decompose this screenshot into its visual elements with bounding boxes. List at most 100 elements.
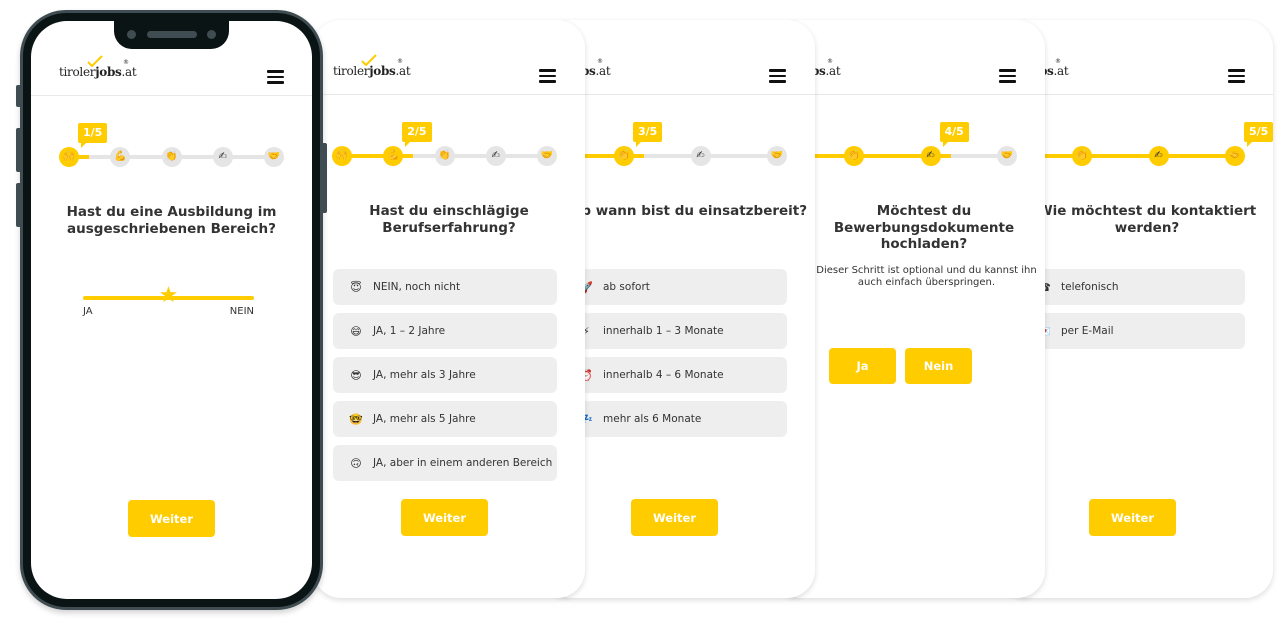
handshake-icon: 🤝: [1228, 150, 1242, 161]
clapping-hands-icon: 👏: [165, 151, 178, 162]
step-counter-badge: 1/5: [78, 123, 108, 148]
step-1-raised-hands-icon[interactable]: 🙌: [332, 146, 352, 166]
logo-text-at: .at: [595, 64, 611, 78]
weiter-button[interactable]: Weiter: [401, 499, 488, 536]
writing-hand-icon: ✍: [696, 150, 705, 161]
weiter-button[interactable]: Weiter: [631, 499, 718, 536]
answer-option-label: NEIN, noch nicht: [373, 281, 461, 293]
writing-hand-icon: ✍: [218, 151, 227, 162]
hamburger-menu-icon[interactable]: [267, 70, 284, 84]
step-3-clapping-hands-icon[interactable]: 👏: [614, 146, 634, 166]
step-5-handshake-icon[interactable]: 🤝: [767, 146, 787, 166]
tirolerjobs-logo[interactable]: tirolerjobs.at®: [333, 54, 411, 78]
logo-text-at: .at: [1053, 64, 1069, 78]
weiter-button[interactable]: Weiter: [1089, 499, 1176, 536]
answer-option[interactable]: 😄 JA, 1 – 2 Jahre: [333, 313, 557, 349]
writing-hand-icon: ✍: [1154, 150, 1163, 161]
clapping-hands-icon: 👏: [847, 150, 861, 161]
speaker-grille: [147, 31, 197, 38]
step-5-handshake-icon[interactable]: 🤝: [537, 146, 557, 166]
answer-option[interactable]: ☎telefonisch: [1021, 269, 1245, 305]
yes-no-slider[interactable]: ★ JA NEIN: [83, 285, 254, 327]
step-3-clapping-hands-icon[interactable]: 👏: [434, 146, 455, 166]
flexed-biceps-icon: 💪: [114, 151, 127, 162]
sunglasses-face-icon: 😎: [350, 368, 362, 382]
answer-option[interactable]: 😇 NEIN, noch nicht: [333, 269, 557, 305]
registered-mark: ®: [597, 58, 603, 65]
question-heading: Möchtest du Bewerbungsdokumente hochlade…: [833, 203, 1015, 252]
nerd-face-icon: 🤓: [349, 412, 363, 426]
step-3-clapping-hands-icon[interactable]: 👏: [844, 146, 864, 166]
writing-hand-icon: ✍: [926, 150, 935, 161]
step-3-clapping-hands-icon[interactable]: 👏: [1072, 146, 1092, 166]
flexed-biceps-icon: 💪: [387, 150, 400, 161]
answer-option-label: innerhalb 4 – 6 Monate: [603, 369, 724, 381]
answer-options: ☎telefonisch 💌per E-Mail: [1021, 269, 1245, 357]
answer-option[interactable]: 🤓 JA, mehr als 5 Jahre: [333, 401, 557, 437]
step-counter-badge: 3/5: [633, 122, 663, 147]
slider-star-handle-icon[interactable]: ★: [159, 285, 179, 307]
hamburger-menu-icon[interactable]: [999, 69, 1016, 83]
logo-text-at: .at: [825, 64, 841, 78]
step-4-writing-hand-icon[interactable]: ✍: [485, 146, 506, 166]
answer-option-label: per E-Mail: [1061, 325, 1114, 337]
logo-text-at: .at: [121, 65, 137, 79]
slider-label-nein: NEIN: [229, 306, 254, 317]
step-counter-badge: 2/5: [402, 122, 432, 147]
hamburger-menu-icon[interactable]: [1228, 69, 1245, 83]
answer-option[interactable]: 🚀 ab sofort: [563, 269, 787, 305]
answer-option[interactable]: 😎 JA, mehr als 3 Jahre: [333, 357, 557, 393]
step-4-writing-hand-icon[interactable]: ✍: [690, 146, 711, 166]
logo-text-tiroler: tiroler: [333, 64, 370, 78]
answer-option[interactable]: 🙃 JA, aber in einem anderen Bereich: [333, 445, 557, 481]
answer-option[interactable]: ⚡ innerhalb 1 – 3 Monate: [563, 313, 787, 349]
answer-option[interactable]: ⏰ innerhalb 4 – 6 Monate: [563, 357, 787, 393]
upload-no-button[interactable]: Nein: [905, 348, 972, 384]
logo-text-jobs: jobs: [369, 64, 396, 78]
answer-option-label: JA, aber in einem anderen Bereich: [373, 457, 553, 469]
grinning-face-icon: 😄: [350, 324, 362, 338]
optional-step-hint: Dieser Schritt ist optional und du kanns…: [816, 265, 1037, 288]
logo-text-jobs: jobs: [95, 65, 122, 79]
handshake-icon: 🤝: [267, 151, 281, 162]
step-4-writing-hand-icon[interactable]: ✍: [212, 147, 233, 167]
screen-step-2: tirolerjobs.at ® 🙌 💪 👏 ✍ 🤝 2/5 Hast du einschl…: [313, 20, 585, 598]
upload-yes-button[interactable]: Ja: [829, 348, 896, 384]
step-1-raised-hands-icon[interactable]: 🙌: [59, 147, 79, 167]
step-2-flexed-biceps-icon[interactable]: 💪: [110, 147, 131, 167]
handshake-icon: 🤝: [1000, 150, 1014, 161]
hamburger-menu-icon[interactable]: [769, 69, 786, 83]
phone-power-button: [322, 143, 327, 213]
step-4-writing-hand-icon[interactable]: ✍: [920, 146, 941, 166]
step-5-handshake-icon[interactable]: 🤝: [1225, 146, 1245, 166]
question-heading: Wie möchtest du kontaktiert werden?: [1037, 203, 1257, 236]
answer-option-label: JA, mehr als 5 Jahre: [373, 413, 476, 425]
phone-volume-down-button: [16, 183, 21, 227]
phone-notch: [114, 20, 229, 49]
step-progress: 🙌 💪 👏 ✍ 🤝 2/5: [313, 120, 585, 180]
answer-option-label: ab sofort: [603, 281, 650, 293]
logo-checkmark-icon: [87, 55, 103, 67]
sensor-icon: [207, 30, 216, 39]
tirolerjobs-logo[interactable]: tirolerjobs.at®: [59, 55, 137, 79]
app-header: tirolerjobs.at®: [313, 20, 585, 95]
step-2-flexed-biceps-icon[interactable]: 💪: [383, 146, 404, 166]
clapping-hands-icon: 👏: [438, 150, 451, 161]
handshake-icon: 🤝: [540, 150, 554, 161]
raised-hands-icon: 🙌: [335, 150, 349, 161]
step-4-writing-hand-icon[interactable]: ✍: [1148, 146, 1169, 166]
step-counter-badge: 4/5: [939, 122, 969, 147]
answer-option[interactable]: 💌per E-Mail: [1021, 313, 1245, 349]
writing-hand-icon: ✍: [491, 150, 500, 161]
weiter-button[interactable]: Weiter: [128, 500, 215, 537]
hamburger-menu-icon[interactable]: [539, 69, 556, 83]
upside-down-face-icon: 🙃: [350, 456, 362, 470]
registered-mark: ®: [123, 59, 129, 66]
slider-label-ja: JA: [83, 306, 93, 317]
phone-frame: tirolerjobs.at ® 🙌 💪 👏 ✍ 🤝 1/5 Hast du eine Au…: [16, 10, 327, 610]
logo-checkmark-icon: [361, 54, 377, 66]
step-5-handshake-icon[interactable]: 🤝: [997, 146, 1017, 166]
step-5-handshake-icon[interactable]: 🤝: [264, 147, 284, 167]
step-3-clapping-hands-icon[interactable]: 👏: [161, 147, 182, 167]
answer-option[interactable]: 💤 mehr als 6 Monate: [563, 401, 787, 437]
